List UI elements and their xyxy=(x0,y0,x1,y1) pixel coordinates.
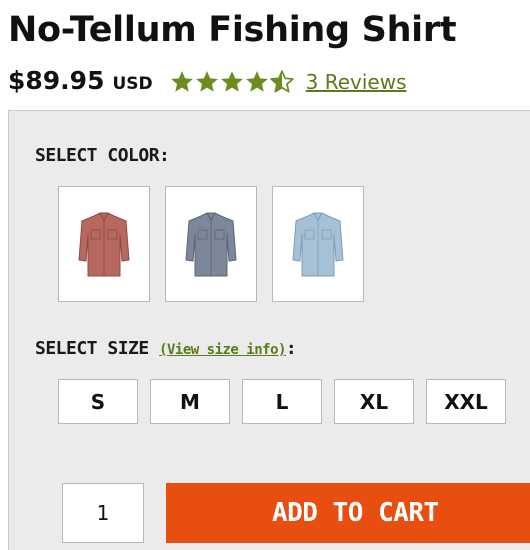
price-row: $89.95 USD 3 Reviews xyxy=(8,66,407,95)
product-title: No-Tellum Fishing Shirt xyxy=(8,10,457,50)
color-swatch-red[interactable] xyxy=(58,186,150,302)
size-button-m[interactable]: M xyxy=(150,379,230,424)
star-icon xyxy=(195,70,218,92)
star-icon xyxy=(170,70,193,92)
product-price: $89.95 xyxy=(8,66,105,95)
red-shirt-thumbnail xyxy=(78,212,130,277)
star-icon xyxy=(220,70,243,92)
half-star-icon xyxy=(269,69,294,93)
slate-shirt-thumbnail xyxy=(185,212,237,277)
size-info-link[interactable]: (View size info) xyxy=(159,342,286,358)
select-size-text: SELECT SIZE xyxy=(35,338,149,359)
currency-label: USD xyxy=(112,73,153,94)
star-icon xyxy=(245,70,268,92)
quantity-input[interactable]: 1 xyxy=(62,483,144,543)
reviews-link[interactable]: 3 Reviews xyxy=(306,70,407,94)
size-button-s[interactable]: S xyxy=(58,379,138,424)
light-blue-shirt-thumbnail xyxy=(292,212,344,277)
size-button-xl[interactable]: XL xyxy=(334,379,414,424)
star-rating xyxy=(169,69,294,95)
size-button-l[interactable]: L xyxy=(242,379,322,424)
add-to-cart-button[interactable]: ADD TO CART xyxy=(166,483,530,543)
size-options: S M L XL XXL xyxy=(58,379,506,424)
color-swatches xyxy=(58,186,364,302)
color-swatch-slate[interactable] xyxy=(165,186,257,302)
select-size-label: SELECT SIZE (View size info): xyxy=(35,338,297,359)
size-button-xxl[interactable]: XXL xyxy=(426,379,506,424)
select-size-colon: : xyxy=(285,338,297,359)
product-options-panel: SELECT COLOR: SELECT SIZE (View size inf… xyxy=(8,110,530,550)
select-color-label: SELECT COLOR: xyxy=(35,145,170,166)
color-swatch-light-blue[interactable] xyxy=(272,186,364,302)
